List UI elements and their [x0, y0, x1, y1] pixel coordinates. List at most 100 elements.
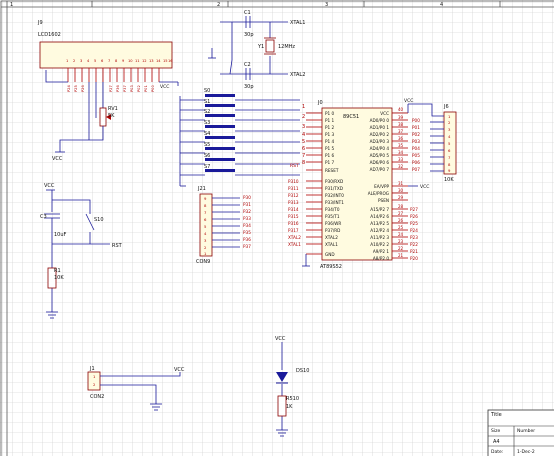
led-r-value: 1K: [286, 404, 293, 410]
pot-vcc-label: VCC: [52, 156, 63, 162]
mcu-p2-net: P21: [410, 249, 418, 254]
mcu-ref: J0: [317, 100, 323, 106]
mcu-right-pin: 23: [398, 239, 404, 244]
mcu-right-label: EA/VPP: [374, 184, 389, 189]
mcu-p0-net: P07: [412, 167, 420, 172]
mcu-left-label: P31/TXD: [325, 186, 343, 191]
lcd-vcc-label: VCC: [160, 84, 169, 90]
mcu-right-label: A14/P2 6: [370, 214, 389, 219]
crystal-ref: Y1: [257, 44, 264, 50]
mcu-right-label: A8/P2 0: [373, 256, 389, 261]
mcu-left-label: P32/INT0: [325, 193, 344, 198]
j21-net: P35: [243, 230, 251, 235]
grid-background: [0, 0, 554, 456]
lcd-pin: 16: [168, 59, 173, 63]
s10-ref: S10: [94, 217, 104, 223]
reset-vcc-label: VCC: [44, 183, 55, 189]
mcu-right-pin: 37: [398, 129, 404, 134]
mcu-right-pin: 27: [398, 211, 404, 216]
j1-ref: J1: [89, 366, 95, 372]
lcd-pin: 11: [135, 59, 140, 63]
switch-pin: 8: [302, 160, 305, 166]
mcu-p2-net: P24: [410, 228, 418, 233]
j1-value: CON2: [90, 394, 104, 400]
pot-body: [99, 107, 107, 127]
mcu-right-pin: 24: [398, 232, 404, 237]
j21-net: P36: [243, 237, 251, 242]
switch-pin: 1: [302, 104, 305, 110]
mcu-p2-net: P27: [410, 207, 418, 212]
mcu-rst-label: RST: [290, 163, 299, 169]
mcu-right-label: PSEN: [378, 198, 389, 203]
mcu-left-label: P35/T1: [325, 214, 340, 219]
lcd-net: P26: [81, 85, 85, 92]
mcu-p0-net: P00: [412, 118, 420, 123]
schematic-canvas: 1 2 3 4 J9 LCD1602 1 2 3 4 5 6 7 8 9 10: [0, 0, 554, 460]
mcu-ea-vcc-label: VCC: [420, 184, 429, 190]
mcu-right-label: AD5/P0 5: [370, 153, 390, 158]
mcu-p3-net: P316: [288, 221, 299, 226]
r1-value: 10K: [54, 275, 64, 281]
schematic-sheet: 1 2 3 4 J9 LCD1602 1 2 3 4 5 6 7 8 9 10: [0, 0, 554, 460]
mcu-left-label: P1 6: [325, 153, 335, 158]
mcu-left-label: P30/RXD: [325, 179, 343, 184]
mcu-p3-net: P311: [288, 186, 299, 191]
mcu-left-label: P33/INT1: [325, 200, 344, 205]
c3-value: 10uF: [54, 232, 67, 238]
mcu-p2-net: P23: [410, 235, 418, 240]
c2-ref: C2: [244, 62, 251, 68]
lcd-pin: 13: [149, 59, 154, 63]
lcd-pin: 10: [128, 59, 133, 63]
mcu-p2-net: P20: [410, 256, 418, 261]
j6-ref: J6: [443, 104, 449, 110]
switch-ref: S2: [204, 109, 210, 115]
mcu-p2-net: P25: [410, 221, 418, 226]
mcu-xtal-net: XTAL2: [288, 235, 301, 240]
mcu-left-label: P1 3: [325, 132, 335, 137]
xtal2-net: XTAL2: [290, 72, 305, 78]
c3-ref: C3: [40, 214, 47, 220]
zone-2: 2: [217, 2, 220, 8]
switch-ref: S7: [204, 164, 210, 170]
switch-ref: S6: [204, 153, 210, 159]
lcd-pin: 2: [73, 59, 75, 63]
titleblock-date: 1-Dec-2: [517, 449, 535, 455]
mcu-p0-net: P06: [412, 160, 420, 165]
xtal1-net: XTAL1: [290, 20, 305, 26]
mcu-right-label: A13/P2 5: [370, 221, 389, 226]
mcu-xtal-net: XTAL1: [288, 242, 301, 247]
switch-ref: S3: [204, 120, 210, 126]
mcu-right-pin: 28: [398, 204, 404, 209]
mcu-right-pin: 22: [398, 246, 404, 251]
mcu-right-pin: 38: [398, 122, 404, 127]
lcd-net: P24: [67, 85, 71, 92]
r1-ref: R1: [54, 268, 61, 274]
mcu-name: 89C51: [343, 114, 359, 120]
lcd-pin: 5: [94, 59, 96, 63]
reset-rst-label: RST: [112, 243, 123, 249]
mcu-left-label: P37/RD: [325, 228, 340, 233]
mcu-p2-net: P26: [410, 214, 418, 219]
lcd-value: LCD1602: [38, 32, 61, 38]
led-ref: DS10: [296, 368, 309, 374]
lcd-pin: 7: [108, 59, 110, 63]
crystal-value: 12MHz: [278, 44, 295, 50]
mcu-left-label: P1 1: [325, 118, 335, 123]
mcu-right-label: A9/P2 1: [373, 249, 389, 254]
lcd-net: P03: [130, 85, 134, 92]
mcu-right-pin: 40: [398, 107, 404, 112]
lcd-pin: 15: [163, 59, 168, 63]
mcu-left-label: XTAL1: [325, 242, 338, 247]
lcd-net: P01: [144, 85, 148, 92]
mcu-p0-net: P03: [412, 139, 420, 144]
j21-net: P33: [243, 216, 251, 221]
pot-ref: RV1: [108, 106, 118, 112]
titleblock-number-label: Number: [517, 428, 535, 434]
mcu-right-label: AD1/P0 1: [370, 125, 390, 130]
lcd-net: P00: [151, 85, 155, 92]
titleblock-size-label: Size: [491, 428, 500, 434]
mcu-right-pin: 34: [398, 150, 404, 155]
led-r-ref: R510: [286, 396, 299, 402]
lcd-net: P37: [123, 85, 127, 92]
lcd-net: P02: [137, 85, 141, 92]
